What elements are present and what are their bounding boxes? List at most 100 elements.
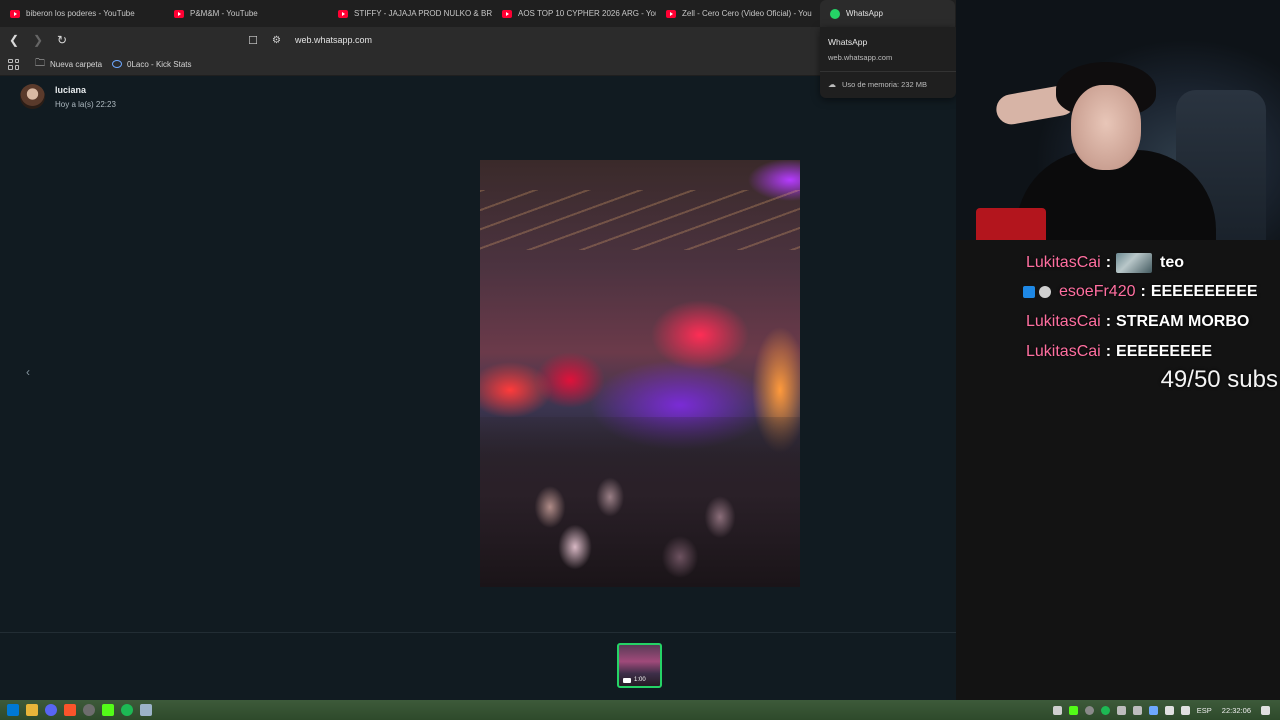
tab-title: WhatsApp bbox=[846, 9, 883, 18]
network-icon[interactable] bbox=[1164, 705, 1174, 715]
memory-text: Uso de memoria: 232 MB bbox=[842, 80, 928, 89]
tab-title: STIFFY - JAJAJA PROD NULKO & BRI bbox=[354, 9, 492, 18]
stream-overlay: LukitasCai : teo esoeFr420 : EEEEEEEEEE … bbox=[956, 0, 1280, 700]
kick-tray-icon[interactable] bbox=[1068, 705, 1078, 715]
thumbnail-strip: 1:00 bbox=[0, 632, 956, 700]
tab-pmm[interactable]: P&M&M - YouTube bbox=[164, 0, 328, 27]
discord-icon[interactable] bbox=[45, 704, 57, 716]
hover-card-memory: ☁ Uso de memoria: 232 MB bbox=[828, 80, 927, 89]
brave-icon[interactable] bbox=[64, 704, 76, 716]
browser-toolbar: ❮ ❯ ↻ ☐ ⚙ web.whatsapp.com bbox=[0, 27, 956, 53]
clock[interactable]: 22:32:06 bbox=[1222, 706, 1251, 715]
chat-text: EEEEEEEEEE bbox=[1150, 283, 1258, 301]
back-button[interactable]: ❮ bbox=[4, 30, 24, 50]
badge-gray-icon bbox=[1039, 286, 1051, 299]
kick-app-icon[interactable] bbox=[102, 704, 114, 716]
chat-separator: : bbox=[1140, 283, 1146, 301]
reload-icon: ↻ bbox=[56, 33, 68, 47]
youtube-icon bbox=[174, 9, 184, 18]
tab-title: Zell - Cero Cero (Video Oficial) - You bbox=[682, 9, 812, 18]
tab-strip: biberon los poderes - YouTube P&M&M - Yo… bbox=[0, 0, 956, 27]
tab-stiffy[interactable]: STIFFY - JAJAJA PROD NULKO & BRI bbox=[328, 0, 492, 27]
chevron-left-icon: ‹ bbox=[26, 365, 30, 379]
file-explorer-icon[interactable] bbox=[26, 704, 38, 716]
chat-username: LukitasCai bbox=[1026, 312, 1101, 330]
tab-hover-card: WhatsApp web.whatsapp.com ☁ Uso de memor… bbox=[820, 27, 956, 98]
chat-message: LukitasCai : STREAM MORBO bbox=[956, 307, 1280, 337]
browser-window: biberon los poderes - YouTube P&M&M - Yo… bbox=[0, 0, 956, 700]
kick-icon bbox=[112, 60, 123, 68]
hover-card-url: web.whatsapp.com bbox=[828, 53, 893, 62]
forward-button[interactable]: ❯ bbox=[28, 30, 48, 50]
chat-message: esoeFr420 : EEEEEEEEEE bbox=[956, 278, 1280, 308]
youtube-icon bbox=[666, 9, 676, 18]
chat-username: LukitasCai bbox=[1026, 342, 1101, 360]
folder-icon: 🗀 bbox=[35, 57, 45, 69]
tab-title: P&M&M - YouTube bbox=[190, 9, 258, 18]
subs-goal: 49/50 subs bbox=[1160, 366, 1278, 393]
site-info-icon[interactable]: ⚙ bbox=[272, 33, 286, 47]
tab-zell[interactable]: Zell - Cero Cero (Video Oficial) - You bbox=[656, 0, 820, 27]
spotify-icon[interactable] bbox=[121, 704, 133, 716]
start-button-icon[interactable] bbox=[7, 704, 19, 716]
tab-aos[interactable]: AOS TOP 10 CYPHER 2026 ARG - You bbox=[492, 0, 656, 27]
chat-separator: : bbox=[1105, 312, 1112, 330]
url-text[interactable]: web.whatsapp.com bbox=[295, 35, 372, 45]
bookmarks-bar: 🗀 Nueva carpeta 0Laco - Kick Stats bbox=[0, 53, 956, 76]
chat-text: teo bbox=[1160, 253, 1185, 271]
video-duration: 1:00 bbox=[623, 677, 646, 683]
tab-whatsapp[interactable]: WhatsApp bbox=[820, 0, 955, 27]
chat-message: LukitasCai : teo bbox=[956, 248, 1280, 278]
message-timestamp: Hoy a la(s) 22:23 bbox=[55, 99, 116, 109]
taskbar: ESP 22:32:06 bbox=[0, 700, 1280, 720]
bookmark-icon[interactable]: ☐ bbox=[246, 33, 260, 47]
spotify-tray-icon[interactable] bbox=[1100, 705, 1110, 715]
chat-username: LukitasCai bbox=[1026, 253, 1101, 271]
notifications-icon[interactable] bbox=[1261, 705, 1270, 715]
chat-message: LukitasCai : EEEEEEEEE bbox=[956, 337, 1280, 367]
volume-icon[interactable] bbox=[1180, 705, 1190, 715]
chat-separator: : bbox=[1105, 342, 1112, 360]
red-cup bbox=[976, 208, 1046, 240]
sender-info[interactable]: luciana Hoy a la(s) 22:23 bbox=[20, 84, 116, 109]
webcam-feed bbox=[956, 0, 1280, 240]
usb-icon[interactable] bbox=[1132, 705, 1142, 715]
tab-title: AOS TOP 10 CYPHER 2026 ARG - You bbox=[518, 9, 656, 18]
steam-icon[interactable] bbox=[1148, 705, 1158, 715]
tab-biberon[interactable]: biberon los poderes - YouTube bbox=[0, 0, 164, 27]
video-player[interactable] bbox=[480, 160, 800, 587]
chat-separator: : bbox=[1105, 253, 1112, 271]
whatsapp-icon bbox=[830, 8, 840, 19]
avatar[interactable] bbox=[20, 84, 45, 109]
language-indicator[interactable]: ESP bbox=[1197, 706, 1212, 715]
badge-blue-icon bbox=[1023, 286, 1035, 299]
youtube-icon bbox=[502, 9, 512, 18]
divider bbox=[820, 71, 956, 72]
bookmark-kick-stats[interactable]: 0Laco - Kick Stats bbox=[112, 59, 192, 69]
obs-tray-icon[interactable] bbox=[1084, 705, 1094, 715]
microphone-icon[interactable] bbox=[1116, 705, 1126, 715]
chat-text: STREAM MORBO bbox=[1116, 312, 1250, 330]
chevron-right-icon: ❯ bbox=[32, 33, 44, 47]
video-frame-truss bbox=[480, 190, 800, 250]
video-camera-icon bbox=[623, 677, 631, 683]
reload-button[interactable]: ↻ bbox=[52, 30, 72, 50]
sender-name: luciana bbox=[55, 84, 87, 95]
chevron-left-icon: ❮ bbox=[8, 33, 20, 47]
media-viewer: luciana Hoy a la(s) 22:23 ‹ 1:00 bbox=[0, 76, 956, 700]
address-bar[interactable]: ☐ ⚙ web.whatsapp.com bbox=[246, 30, 826, 50]
bookmark-label: 0Laco - Kick Stats bbox=[127, 59, 192, 69]
apps-grid-icon[interactable] bbox=[8, 58, 19, 70]
keyboard-icon[interactable] bbox=[1052, 705, 1062, 715]
bookmark-nueva-carpeta[interactable]: 🗀 Nueva carpeta bbox=[35, 56, 102, 73]
memory-icon: ☁ bbox=[828, 80, 836, 89]
stream-chat: LukitasCai : teo esoeFr420 : EEEEEEEEEE … bbox=[956, 248, 1280, 366]
youtube-icon bbox=[10, 9, 20, 18]
obs-icon[interactable] bbox=[83, 704, 95, 716]
media-thumbnail[interactable]: 1:00 bbox=[617, 643, 662, 688]
chat-emote bbox=[1116, 252, 1153, 273]
duration-text: 1:00 bbox=[634, 677, 646, 683]
notepad-icon[interactable] bbox=[140, 704, 152, 716]
previous-media-button[interactable]: ‹ bbox=[26, 365, 30, 379]
streamer-face bbox=[1071, 85, 1141, 170]
